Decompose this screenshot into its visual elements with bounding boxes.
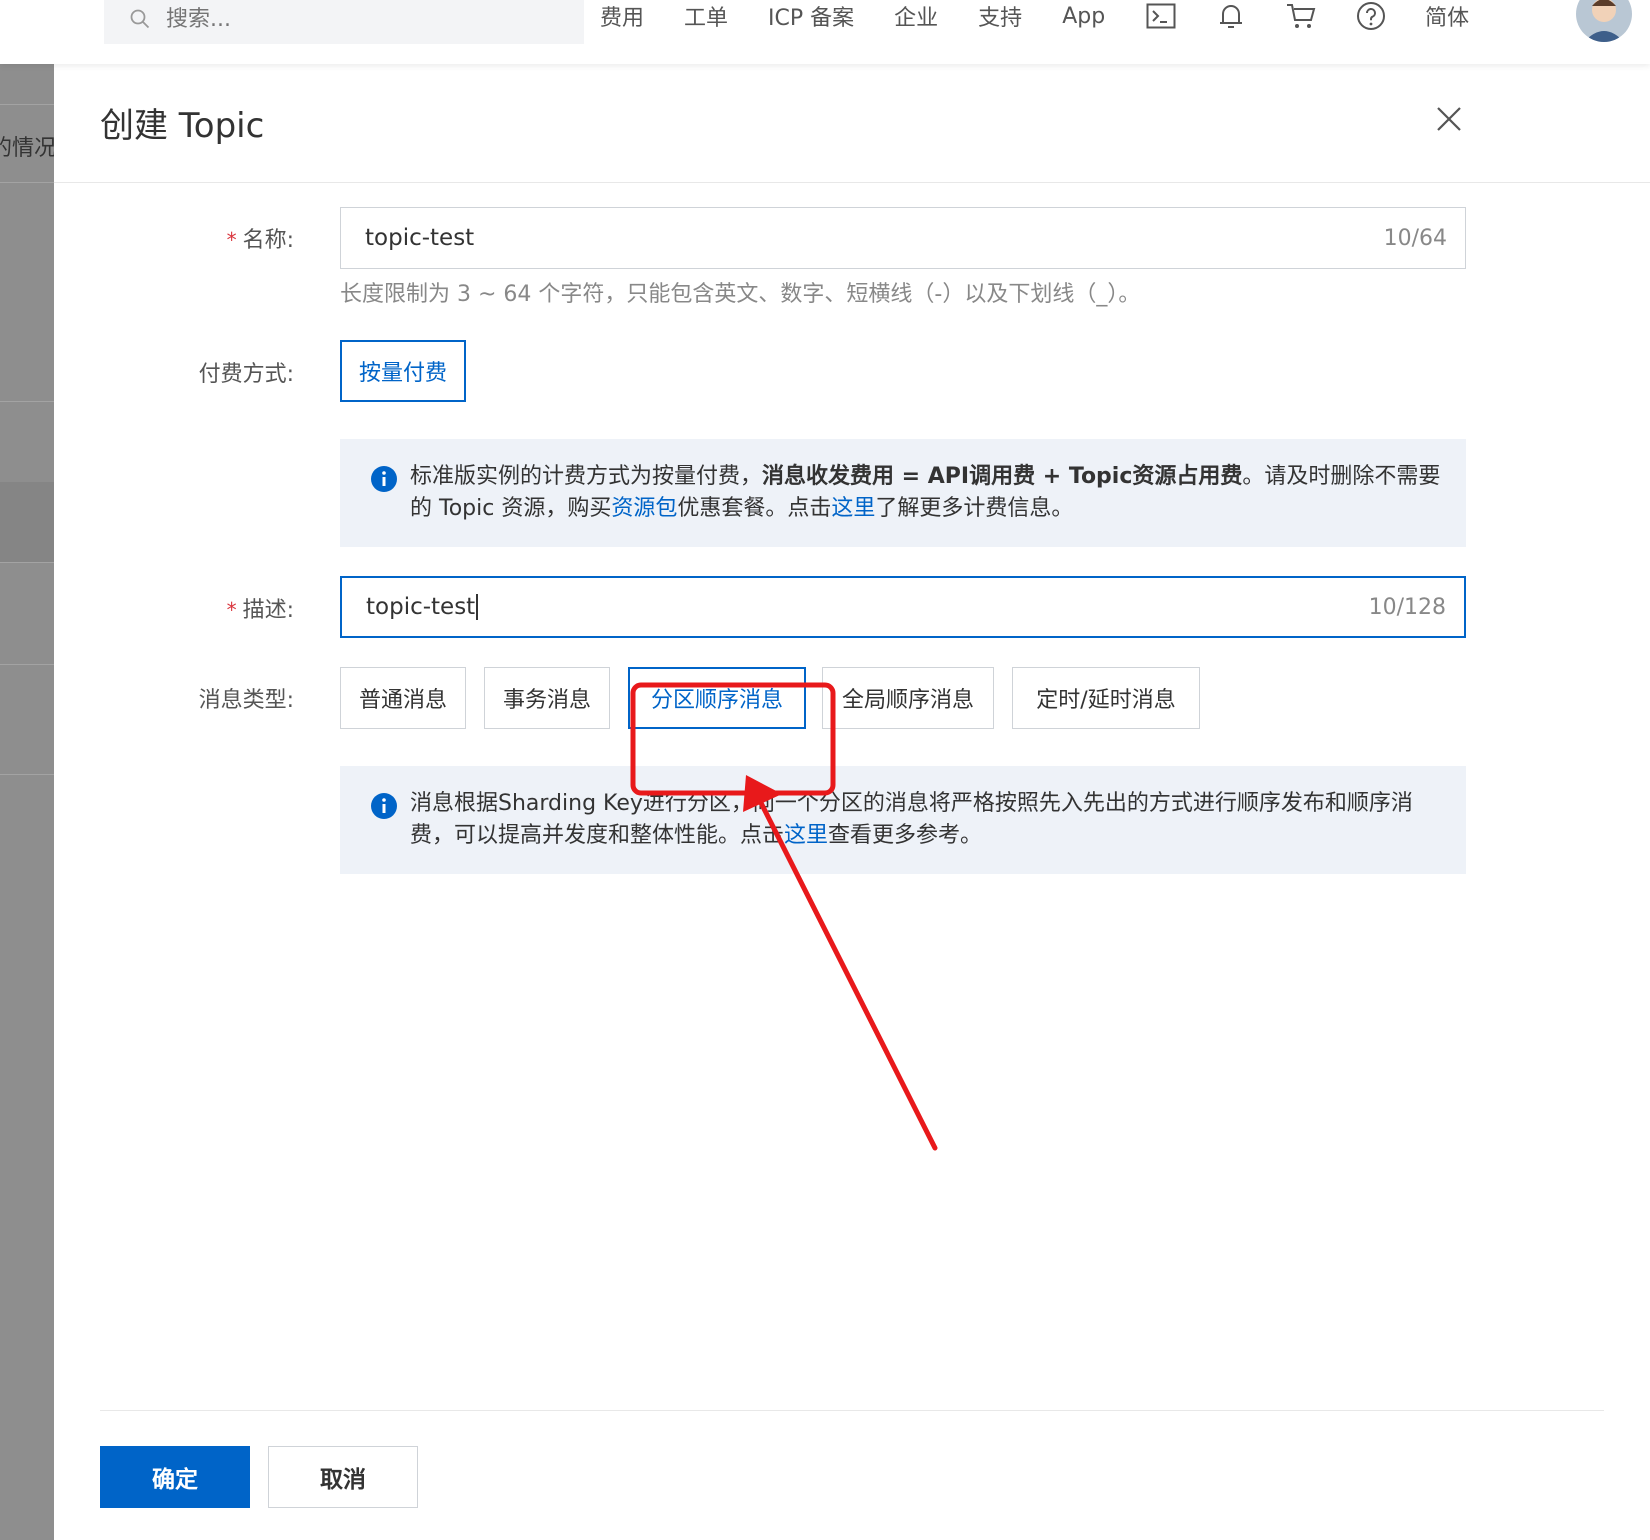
- name-input-value[interactable]: topic-test: [365, 225, 1384, 251]
- nav-app[interactable]: App: [1062, 4, 1105, 29]
- bell-icon[interactable]: [1215, 0, 1247, 32]
- type-partition-order-button[interactable]: 分区顺序消息: [628, 667, 806, 729]
- billing-pay-as-you-go-button[interactable]: 按量付费: [340, 340, 466, 402]
- divider: [0, 104, 54, 105]
- name-char-count: 10/64: [1383, 225, 1447, 251]
- required-mark: *: [226, 598, 237, 622]
- name-hint: 长度限制为 3 ~ 64 个字符，只能包含英文、数字、短横线（-）以及下划线（_…: [340, 282, 1141, 307]
- name-field[interactable]: topic-test 10/64: [340, 207, 1466, 269]
- info-icon: [371, 793, 397, 819]
- help-icon[interactable]: [1355, 0, 1387, 32]
- search-icon: [130, 9, 150, 29]
- description-field[interactable]: topic-test 10/128: [340, 576, 1466, 638]
- nav-tickets[interactable]: 工单: [684, 0, 728, 32]
- sidebar-partial-text: 的情况: [0, 136, 57, 161]
- header-divider: [54, 182, 1650, 183]
- top-navigation-bar: 费用 工单 ICP 备案 企业 支持 App 简体: [0, 0, 1650, 64]
- type-scheduled-delay-button[interactable]: 定时/延时消息: [1012, 667, 1200, 729]
- info-icon: [371, 466, 397, 492]
- message-type-label: 消息类型:: [198, 688, 294, 713]
- confirm-button[interactable]: 确定: [100, 1446, 250, 1508]
- cancel-button[interactable]: 取消: [268, 1446, 418, 1508]
- divider: [0, 182, 54, 183]
- search-input[interactable]: [164, 5, 548, 33]
- background-overlay: 的情况: [0, 64, 57, 1540]
- search-box[interactable]: [104, 0, 584, 44]
- close-icon[interactable]: [1434, 104, 1464, 134]
- type-normal-button[interactable]: 普通消息: [340, 667, 466, 729]
- type-here-link[interactable]: 这里: [784, 823, 828, 848]
- create-topic-dialog: 创建 Topic * 名称: topic-test 10/64 长度限制为 3 ~…: [54, 64, 1650, 1540]
- avatar[interactable]: [1576, 0, 1632, 42]
- top-nav: 费用 工单 ICP 备案 企业 支持 App 简体: [600, 0, 1509, 32]
- billing-here-link[interactable]: 这里: [831, 496, 875, 521]
- required-mark: *: [226, 228, 237, 252]
- nav-enterprise[interactable]: 企业: [894, 0, 938, 32]
- description-input-value[interactable]: topic-test: [366, 594, 1369, 620]
- language-switch[interactable]: 简体: [1425, 0, 1469, 32]
- divider: [0, 774, 54, 775]
- divider: [0, 562, 54, 563]
- description-label: * 描述:: [226, 598, 294, 623]
- nav-icp[interactable]: ICP 备案: [768, 0, 854, 32]
- message-type-notice: 消息根据Sharding Key进行分区，同一个分区的消息将严格按照先入先出的方…: [340, 766, 1466, 874]
- resource-pack-link[interactable]: 资源包: [611, 496, 677, 521]
- type-transaction-button[interactable]: 事务消息: [484, 667, 610, 729]
- description-char-count: 10/128: [1368, 594, 1446, 620]
- sidebar-highlight: [0, 482, 54, 562]
- nav-billing[interactable]: 费用: [600, 0, 644, 32]
- nav-support[interactable]: 支持: [978, 0, 1022, 32]
- billing-label: 付费方式:: [198, 362, 294, 387]
- dialog-title: 创建 Topic: [100, 106, 265, 146]
- cart-icon[interactable]: [1285, 0, 1317, 32]
- divider: [0, 401, 54, 402]
- terminal-icon[interactable]: [1145, 0, 1177, 32]
- billing-notice: 标准版实例的计费方式为按量付费，消息收发费用 = API调用费 + Topic资…: [340, 439, 1466, 547]
- type-global-order-button[interactable]: 全局顺序消息: [822, 667, 994, 729]
- footer-divider: [100, 1410, 1604, 1411]
- name-label: * 名称:: [226, 228, 294, 253]
- divider: [0, 664, 54, 665]
